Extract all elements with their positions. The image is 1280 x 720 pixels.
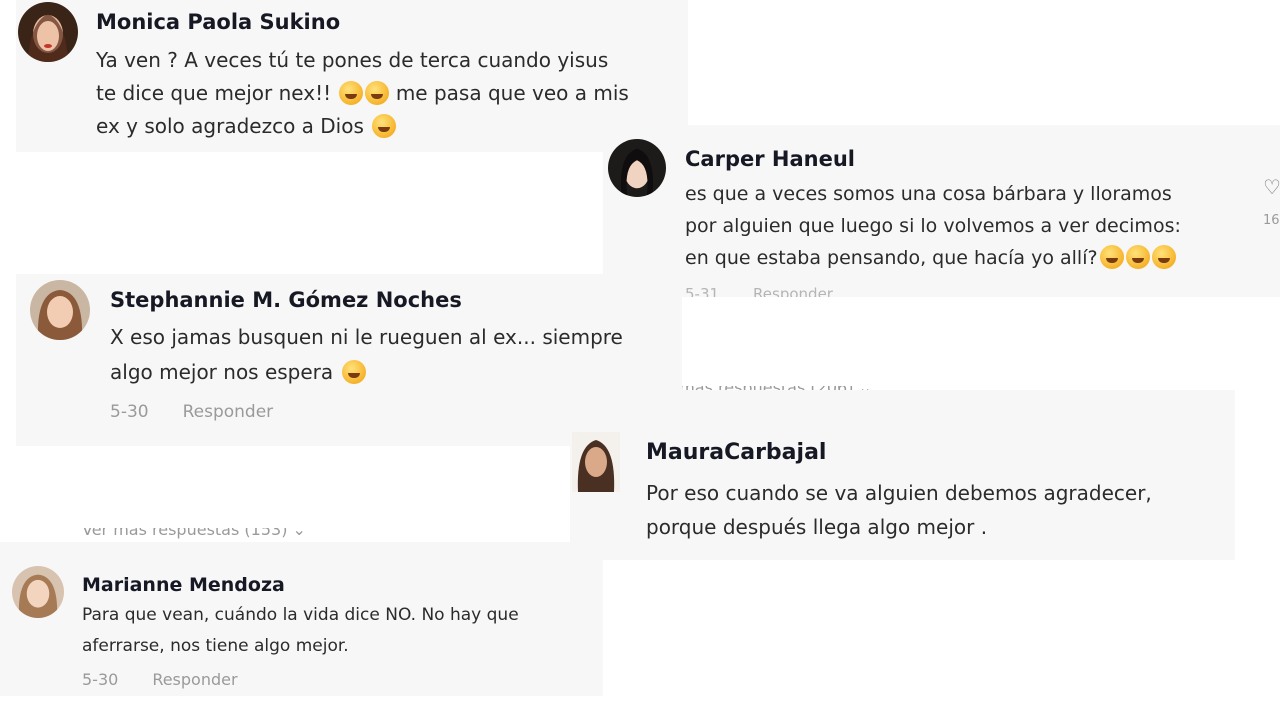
comment-line: te dice que mejor nex!! me pasa que veo … xyxy=(96,77,629,110)
comment-date: 5-31 xyxy=(685,285,720,297)
comment-line-part: en que estaba pensando, que hacía yo all… xyxy=(685,247,1098,269)
comment-line: X eso jamas busquen ni le rueguen al ex.… xyxy=(110,325,623,349)
avatar[interactable] xyxy=(608,139,666,197)
comment-text: X eso jamas busquen ni le rueguen al ex.… xyxy=(110,320,623,390)
avatar[interactable] xyxy=(12,566,64,618)
comment-line-part: me pasa que veo a mis xyxy=(389,81,629,105)
comment-text: Por eso cuando se va alguien debemos agr… xyxy=(646,476,1152,544)
view-more-replies[interactable]: Ver más respuestas (153) ⌄ xyxy=(82,520,306,539)
comment-line: Para que vean, cuándo la vida dice NO. N… xyxy=(82,605,519,625)
reply-link[interactable]: Responder xyxy=(183,402,274,422)
sweat-smile-emoji-icon xyxy=(1125,245,1150,269)
avatar[interactable] xyxy=(18,2,78,62)
comment-line: aferrarse, nos tiene algo mejor. xyxy=(82,636,349,656)
comment-author[interactable]: Monica Paola Sukino xyxy=(96,10,340,34)
heart-eyes-emoji-icon xyxy=(341,360,366,384)
reply-link[interactable]: Responder xyxy=(753,285,833,297)
view-more-label: Ver más respuestas (153) xyxy=(82,520,288,539)
comment-line: por alguien que luego si lo volvemos a v… xyxy=(685,215,1181,237)
comment-line: algo mejor nos espera xyxy=(110,355,623,390)
comment-line: Por eso cuando se va alguien debemos agr… xyxy=(646,481,1152,505)
comment-date: 5-30 xyxy=(82,670,119,689)
comment-card-maura: MauraCarbajal Por eso cuando se va algui… xyxy=(570,390,1235,560)
comment-meta: 5-30 Responder xyxy=(82,670,238,689)
avatar[interactable] xyxy=(30,280,90,340)
comment-line-part: algo mejor nos espera xyxy=(110,360,340,384)
comment-text: Ya ven ? A veces tú te pones de terca cu… xyxy=(96,44,629,143)
sweat-smile-emoji-icon xyxy=(1099,245,1124,269)
comment-date: 5-30 xyxy=(110,402,149,422)
comment-card-monica: Monica Paola Sukino Ya ven ? A veces tú … xyxy=(16,0,688,152)
comment-text: Para que vean, cuándo la vida dice NO. N… xyxy=(82,600,519,662)
comment-meta: 5-30 Responder xyxy=(110,402,273,422)
heart-icon[interactable]: ♡ xyxy=(1263,175,1280,199)
comment-line-part: ex y solo agradezco a Dios xyxy=(96,114,371,138)
comment-author[interactable]: Carper Haneul xyxy=(685,147,855,171)
comment-line: en que estaba pensando, que hacía yo all… xyxy=(685,242,1181,274)
reply-link[interactable]: Responder xyxy=(152,670,237,689)
comment-line: es que a veces somos una cosa bárbara y … xyxy=(685,183,1172,205)
laughing-emoji-icon xyxy=(1151,245,1176,269)
comment-meta: 5-31 Responder xyxy=(685,285,833,297)
sweat-smile-emoji-icon xyxy=(372,114,397,138)
comment-line: porque después llega algo mejor . xyxy=(646,515,988,539)
like-count: 16 xyxy=(1263,213,1280,228)
comment-line: Ya ven ? A veces tú te pones de terca cu… xyxy=(96,48,609,72)
comment-author[interactable]: Marianne Mendoza xyxy=(82,574,285,596)
comment-author[interactable]: Stephannie M. Gómez Noches xyxy=(110,288,462,312)
laughing-emoji-icon xyxy=(365,81,390,105)
comment-line-part: te dice que mejor nex!! xyxy=(96,81,338,105)
comment-card-carper: Carper Haneul es que a veces somos una c… xyxy=(603,125,1280,297)
comment-line: ex y solo agradezco a Dios xyxy=(96,110,629,143)
avatar[interactable] xyxy=(572,432,620,492)
comment-author[interactable]: MauraCarbajal xyxy=(646,440,826,465)
flushed-emoji-icon xyxy=(339,81,364,105)
comment-card-marianne: Marianne Mendoza Para que vean, cuándo l… xyxy=(0,542,603,696)
comment-text: es que a veces somos una cosa bárbara y … xyxy=(685,178,1181,274)
